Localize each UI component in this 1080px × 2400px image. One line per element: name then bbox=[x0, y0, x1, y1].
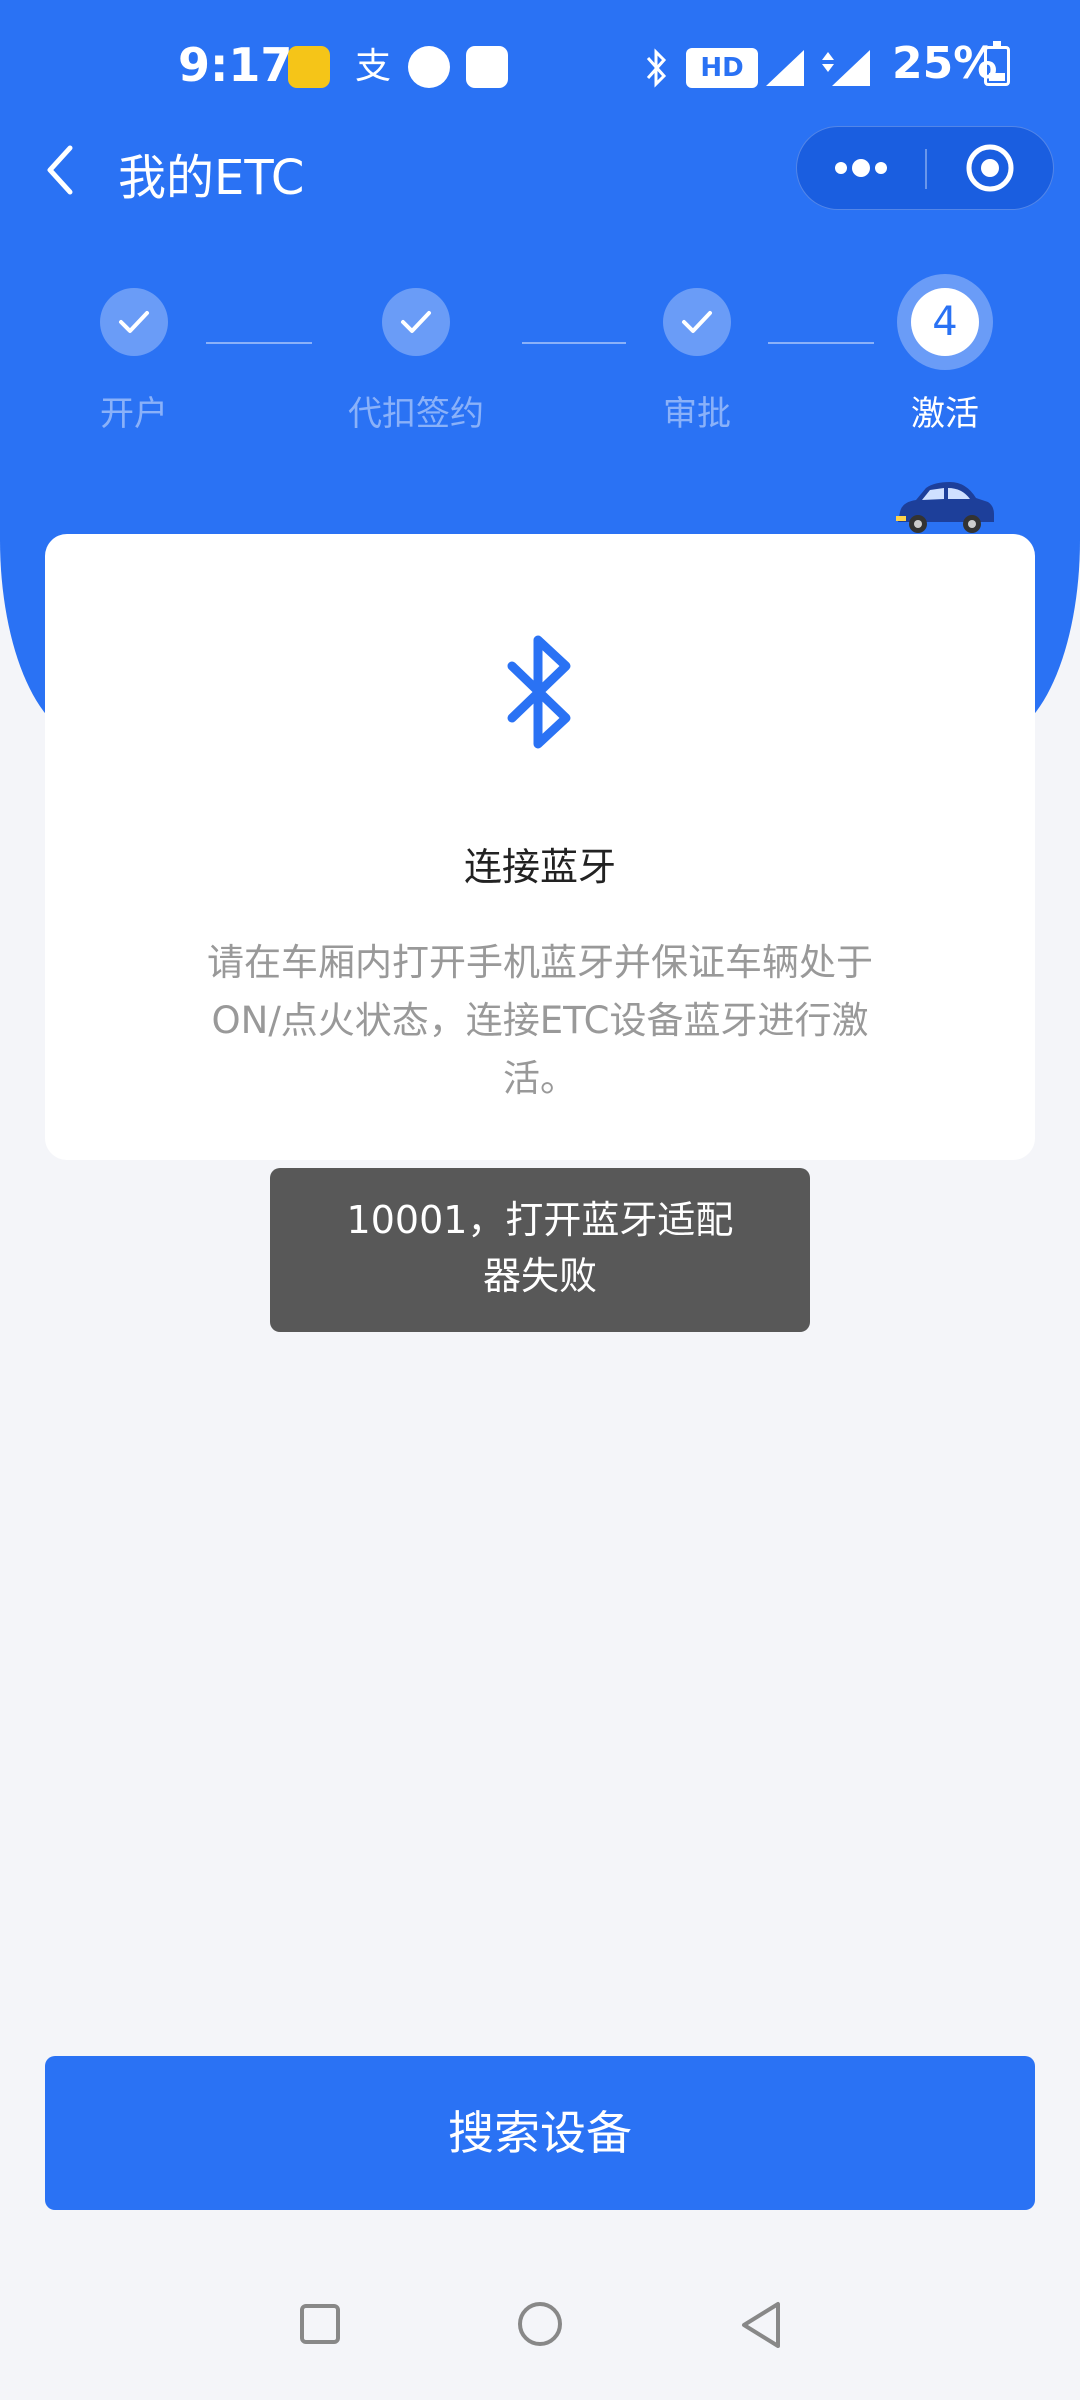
step-active-ring: 4 bbox=[897, 274, 993, 370]
recent-apps-button[interactable] bbox=[300, 2304, 340, 2344]
taxi-app-icon bbox=[288, 46, 330, 88]
step-number: 4 bbox=[911, 288, 979, 356]
step-activate: 4 激活 bbox=[845, 274, 1045, 435]
back-nav-button[interactable] bbox=[738, 2300, 784, 2350]
chevron-left-icon bbox=[47, 145, 73, 195]
check-icon bbox=[382, 288, 450, 356]
signal-4g-icon bbox=[766, 50, 804, 86]
car-icon bbox=[896, 482, 994, 533]
step-open-account: 开户 bbox=[34, 288, 234, 435]
status-time: 9:17 bbox=[178, 38, 293, 92]
video-app-icon bbox=[408, 46, 450, 88]
page-title: 我的ETC bbox=[118, 150, 305, 206]
mini-program-capsule bbox=[796, 126, 1054, 210]
error-toast: 10001，打开蓝牙适配器失败 bbox=[270, 1168, 810, 1332]
step-label: 激活 bbox=[911, 394, 979, 434]
check-icon bbox=[100, 288, 168, 356]
step-label: 开户 bbox=[100, 394, 168, 434]
back-button[interactable] bbox=[40, 140, 84, 200]
check-icon bbox=[663, 288, 731, 356]
alipay-icon: 支 bbox=[354, 46, 391, 87]
card-description: 请在车厢内打开手机蓝牙并保证车辆处于ON/点火状态，连接ETC设备蓝牙进行激活。 bbox=[207, 941, 873, 1100]
bluetooth-icon bbox=[507, 635, 571, 749]
step-approval: 审批 bbox=[597, 288, 797, 435]
signal-4g-icon bbox=[822, 50, 870, 86]
more-dots-icon bbox=[835, 159, 887, 177]
close-mini-program-button[interactable] bbox=[927, 127, 1053, 209]
more-button[interactable] bbox=[797, 127, 925, 209]
bluetooth-icon bbox=[646, 48, 667, 88]
battery-icon bbox=[984, 41, 1010, 86]
red-app-icon bbox=[466, 46, 508, 88]
card-title: 连接蓝牙 bbox=[463, 845, 616, 889]
search-device-button[interactable]: 搜索设备 bbox=[45, 2056, 1035, 2210]
battery-percent: 25% bbox=[892, 38, 998, 89]
home-button[interactable] bbox=[518, 2302, 562, 2346]
hd-badge: HD bbox=[686, 48, 758, 88]
step-label: 审批 bbox=[663, 394, 731, 434]
target-circle-icon bbox=[966, 144, 1014, 192]
status-bar: 9:17 支 HD 25% bbox=[0, 0, 1080, 136]
bluetooth-card: 连接蓝牙 请在车厢内打开手机蓝牙并保证车辆处于ON/点火状态，连接ETC设备蓝牙… bbox=[45, 534, 1035, 1160]
step-label: 代扣签约 bbox=[348, 394, 484, 434]
step-auto-debit: 代扣签约 bbox=[316, 288, 516, 435]
